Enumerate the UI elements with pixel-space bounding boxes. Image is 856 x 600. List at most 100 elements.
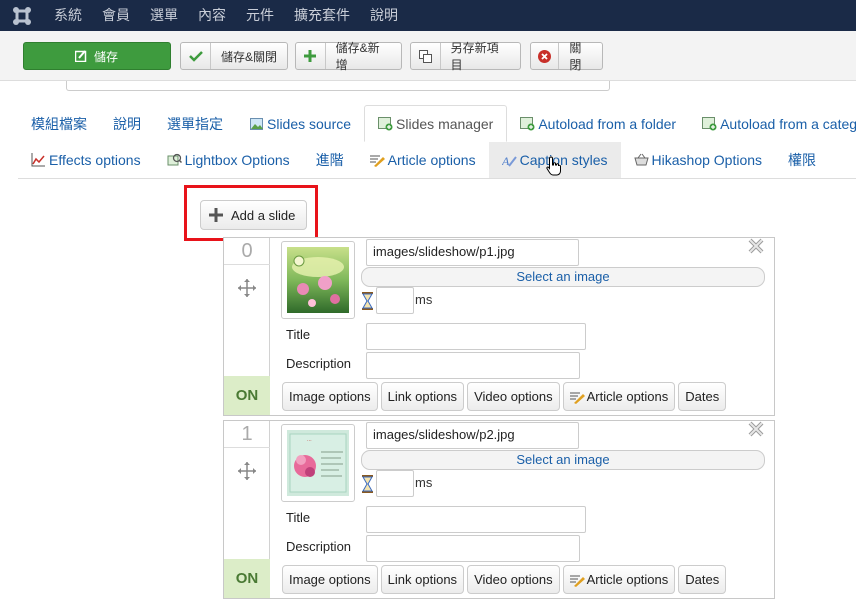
slide-thumbnail[interactable]: ··· [281, 424, 355, 502]
slide-item: 0 ON images/slideshow/p1.jpg Select an i… [223, 237, 775, 416]
tab-row-1: 模組檔案 說明 選單指定 Slides source Slides manage… [18, 105, 856, 142]
image-path-field[interactable]: images/slideshow/p1.jpg [366, 239, 579, 266]
check-icon [181, 43, 211, 69]
image-options-button[interactable]: Image options [282, 565, 378, 594]
tab-permissions[interactable]: 權限 [775, 142, 829, 178]
save-button[interactable]: 儲存 [23, 42, 171, 70]
menu-components[interactable]: 元件 [236, 0, 284, 31]
add-slide-label: Add a slide [231, 207, 296, 223]
tab-advanced[interactable]: 進階 [303, 142, 357, 178]
basket-icon [633, 153, 649, 168]
save-new-button[interactable]: 儲存&新增 [295, 41, 402, 72]
dates-button[interactable]: Dates [678, 382, 727, 411]
close-label: 關閉 [569, 41, 582, 72]
slide-item: 1 ON ··· images/slideshow/p2.jpg Select … [223, 420, 775, 599]
ms-unit-label: ms [415, 292, 433, 307]
tab-description[interactable]: 說明 [100, 105, 154, 142]
tab-row-2: Effects options Lightbox Options 進階 Arti… [18, 142, 856, 179]
save-close-label: 儲存&關閉 [221, 49, 278, 64]
image-path-field[interactable]: images/slideshow/p2.jpg [366, 422, 579, 449]
slide-index: 1 [224, 421, 270, 448]
slide-sidebar: 0 ON [224, 238, 270, 415]
hourglass-icon [361, 475, 374, 495]
zoom-icon [167, 153, 182, 168]
joomla-logo-icon[interactable] [0, 0, 44, 31]
slide-sidebar: 1 ON [224, 421, 270, 598]
edit-icon [72, 43, 90, 69]
slide-image-p1 [287, 247, 349, 313]
add-slide-button[interactable]: Add a slide [200, 200, 307, 230]
image-add-icon [520, 116, 535, 131]
toolbar: 儲存 儲存&關閉 儲存&新增 另存新項目 關閉 [0, 31, 856, 81]
move-arrows-icon[interactable] [237, 461, 257, 484]
ms-unit-label: ms [415, 475, 433, 490]
title-label: Title [286, 327, 311, 342]
tab-autoload-category[interactable]: Autoload from a category o [689, 105, 856, 142]
menu-menus[interactable]: 選單 [140, 0, 188, 31]
image-options-button[interactable]: Image options [282, 382, 378, 411]
video-options-button[interactable]: Video options [467, 565, 560, 594]
status-on-toggle[interactable]: ON [224, 376, 270, 415]
chart-icon [31, 153, 46, 168]
tab-article-options[interactable]: Article options [357, 142, 489, 178]
link-options-button[interactable]: Link options [380, 565, 465, 594]
tab-menu-assignment[interactable]: 選單指定 [154, 105, 236, 142]
caption-style-icon: A [502, 153, 517, 168]
menu-content[interactable]: 內容 [188, 0, 236, 31]
save-close-button[interactable]: 儲存&關閉 [180, 42, 288, 70]
description-label: Description [286, 539, 352, 554]
slide-options: Image options Link options Video options… [282, 565, 727, 594]
article-pencil-icon [369, 153, 385, 168]
close-x-icon[interactable] [748, 421, 766, 439]
status-on-toggle[interactable]: ON [224, 559, 270, 598]
copy-icon [411, 43, 441, 69]
tab-module-file[interactable]: 模組檔案 [18, 105, 100, 142]
tab-slides-manager[interactable]: Slides manager [364, 105, 508, 142]
select-image-button[interactable]: Select an image [361, 267, 765, 287]
tab-autoload-folder[interactable]: Autoload from a folder [507, 105, 689, 142]
link-options-button[interactable]: Link options [380, 382, 465, 411]
description-input[interactable] [366, 535, 580, 562]
save-copy-label: 另存新項目 [450, 41, 499, 72]
hand-cursor-icon [545, 155, 562, 179]
article-options-button[interactable]: Article options [562, 382, 676, 411]
close-circle-icon [531, 43, 560, 69]
plus-icon [296, 43, 326, 69]
menu-extensions[interactable]: 擴充套件 [284, 0, 360, 31]
admin-menubar: 系統 會員 選單 內容 元件 擴充套件 說明 [0, 0, 856, 31]
image-icon [249, 116, 264, 131]
move-arrows-icon[interactable] [237, 278, 257, 301]
tab-lightbox-options[interactable]: Lightbox Options [154, 142, 303, 178]
title-label: Title [286, 510, 311, 525]
tab-effects-options[interactable]: Effects options [18, 142, 154, 178]
slide-index: 0 [224, 238, 270, 265]
save-copy-button[interactable]: 另存新項目 [410, 41, 521, 72]
article-options-button[interactable]: Article options [562, 565, 676, 594]
description-input[interactable] [366, 352, 580, 379]
save-label: 儲存 [93, 49, 118, 64]
close-button[interactable]: 關閉 [530, 41, 603, 72]
title-field-edge[interactable] [66, 81, 610, 91]
menu-users[interactable]: 會員 [92, 0, 140, 31]
image-add-icon [702, 116, 717, 131]
article-pencil-icon [569, 390, 585, 404]
title-input[interactable] [366, 506, 586, 533]
menu-system[interactable]: 系統 [44, 0, 92, 31]
slide-thumbnail[interactable] [281, 241, 355, 319]
close-x-icon[interactable] [748, 238, 766, 256]
highlight-box: Add a slide [184, 185, 318, 241]
tab-caption-styles[interactable]: A Caption styles [488, 142, 621, 179]
select-image-button[interactable]: Select an image [361, 450, 765, 470]
duration-input[interactable] [376, 287, 414, 314]
plus-icon [201, 208, 231, 222]
dates-button[interactable]: Dates [678, 565, 727, 594]
slide-image-p2: ··· [287, 430, 349, 496]
menu-help[interactable]: 說明 [360, 0, 408, 31]
tab-hikashop-options[interactable]: Hikashop Options [621, 142, 776, 178]
video-options-button[interactable]: Video options [467, 382, 560, 411]
duration-input[interactable] [376, 470, 414, 497]
tab-slides-source[interactable]: Slides source [236, 105, 364, 142]
article-pencil-icon [569, 573, 585, 587]
image-add-icon [378, 116, 393, 131]
title-input[interactable] [366, 323, 586, 350]
